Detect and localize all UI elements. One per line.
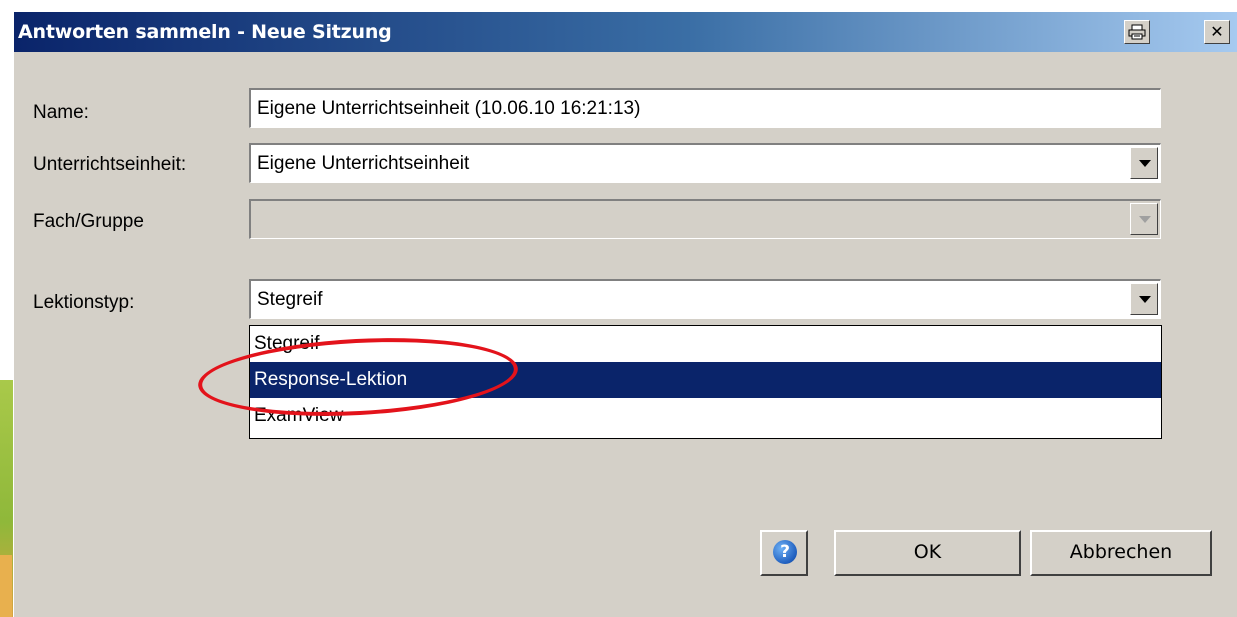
title-bar[interactable]: Antworten sammeln - Neue Sitzung ✕	[14, 12, 1237, 52]
dialog-window: Antworten sammeln - Neue Sitzung ✕ Name:…	[13, 12, 1237, 617]
lesson-type-value: Stegreif	[257, 289, 323, 310]
unit-dropdown-button[interactable]	[1130, 147, 1158, 179]
help-icon: ?	[773, 540, 797, 564]
subject-dropdown-button	[1130, 203, 1158, 235]
cancel-button[interactable]: Abbrechen	[1030, 530, 1212, 576]
lesson-type-select[interactable]: Stegreif	[249, 279, 1161, 319]
lesson-type-label: Lektionstyp:	[33, 292, 135, 313]
option-stegreif[interactable]: Stegreif	[250, 326, 1161, 362]
lesson-type-dropdown-button[interactable]	[1130, 283, 1158, 315]
printer-icon	[1128, 24, 1146, 40]
print-button[interactable]	[1124, 20, 1150, 44]
unit-label: Unterrichtseinheit:	[33, 154, 187, 175]
name-input[interactable]: Eigene Unterrichtseinheit (10.06.10 16:2…	[249, 88, 1161, 128]
lesson-type-options-list: Stegreif Response-Lektion ExamView	[249, 325, 1162, 439]
help-button[interactable]: ?	[760, 530, 808, 576]
option-examview[interactable]: ExamView	[250, 398, 1161, 434]
name-label: Name:	[33, 102, 89, 123]
subject-select	[249, 199, 1161, 239]
chevron-down-icon	[1139, 160, 1151, 167]
unit-value: Eigene Unterrichtseinheit	[257, 153, 470, 174]
option-response-lektion[interactable]: Response-Lektion	[250, 362, 1161, 398]
unit-select[interactable]: Eigene Unterrichtseinheit	[249, 143, 1161, 183]
chevron-down-icon	[1139, 296, 1151, 303]
close-icon: ✕	[1210, 22, 1224, 41]
window-title: Antworten sammeln - Neue Sitzung	[18, 21, 392, 43]
name-value: Eigene Unterrichtseinheit (10.06.10 16:2…	[257, 98, 641, 119]
ok-button[interactable]: OK	[834, 530, 1021, 576]
close-button[interactable]: ✕	[1204, 20, 1230, 44]
background-desktop-strip-lower	[0, 555, 12, 617]
subject-label: Fach/Gruppe	[33, 211, 144, 232]
chevron-down-icon-disabled	[1139, 216, 1151, 223]
